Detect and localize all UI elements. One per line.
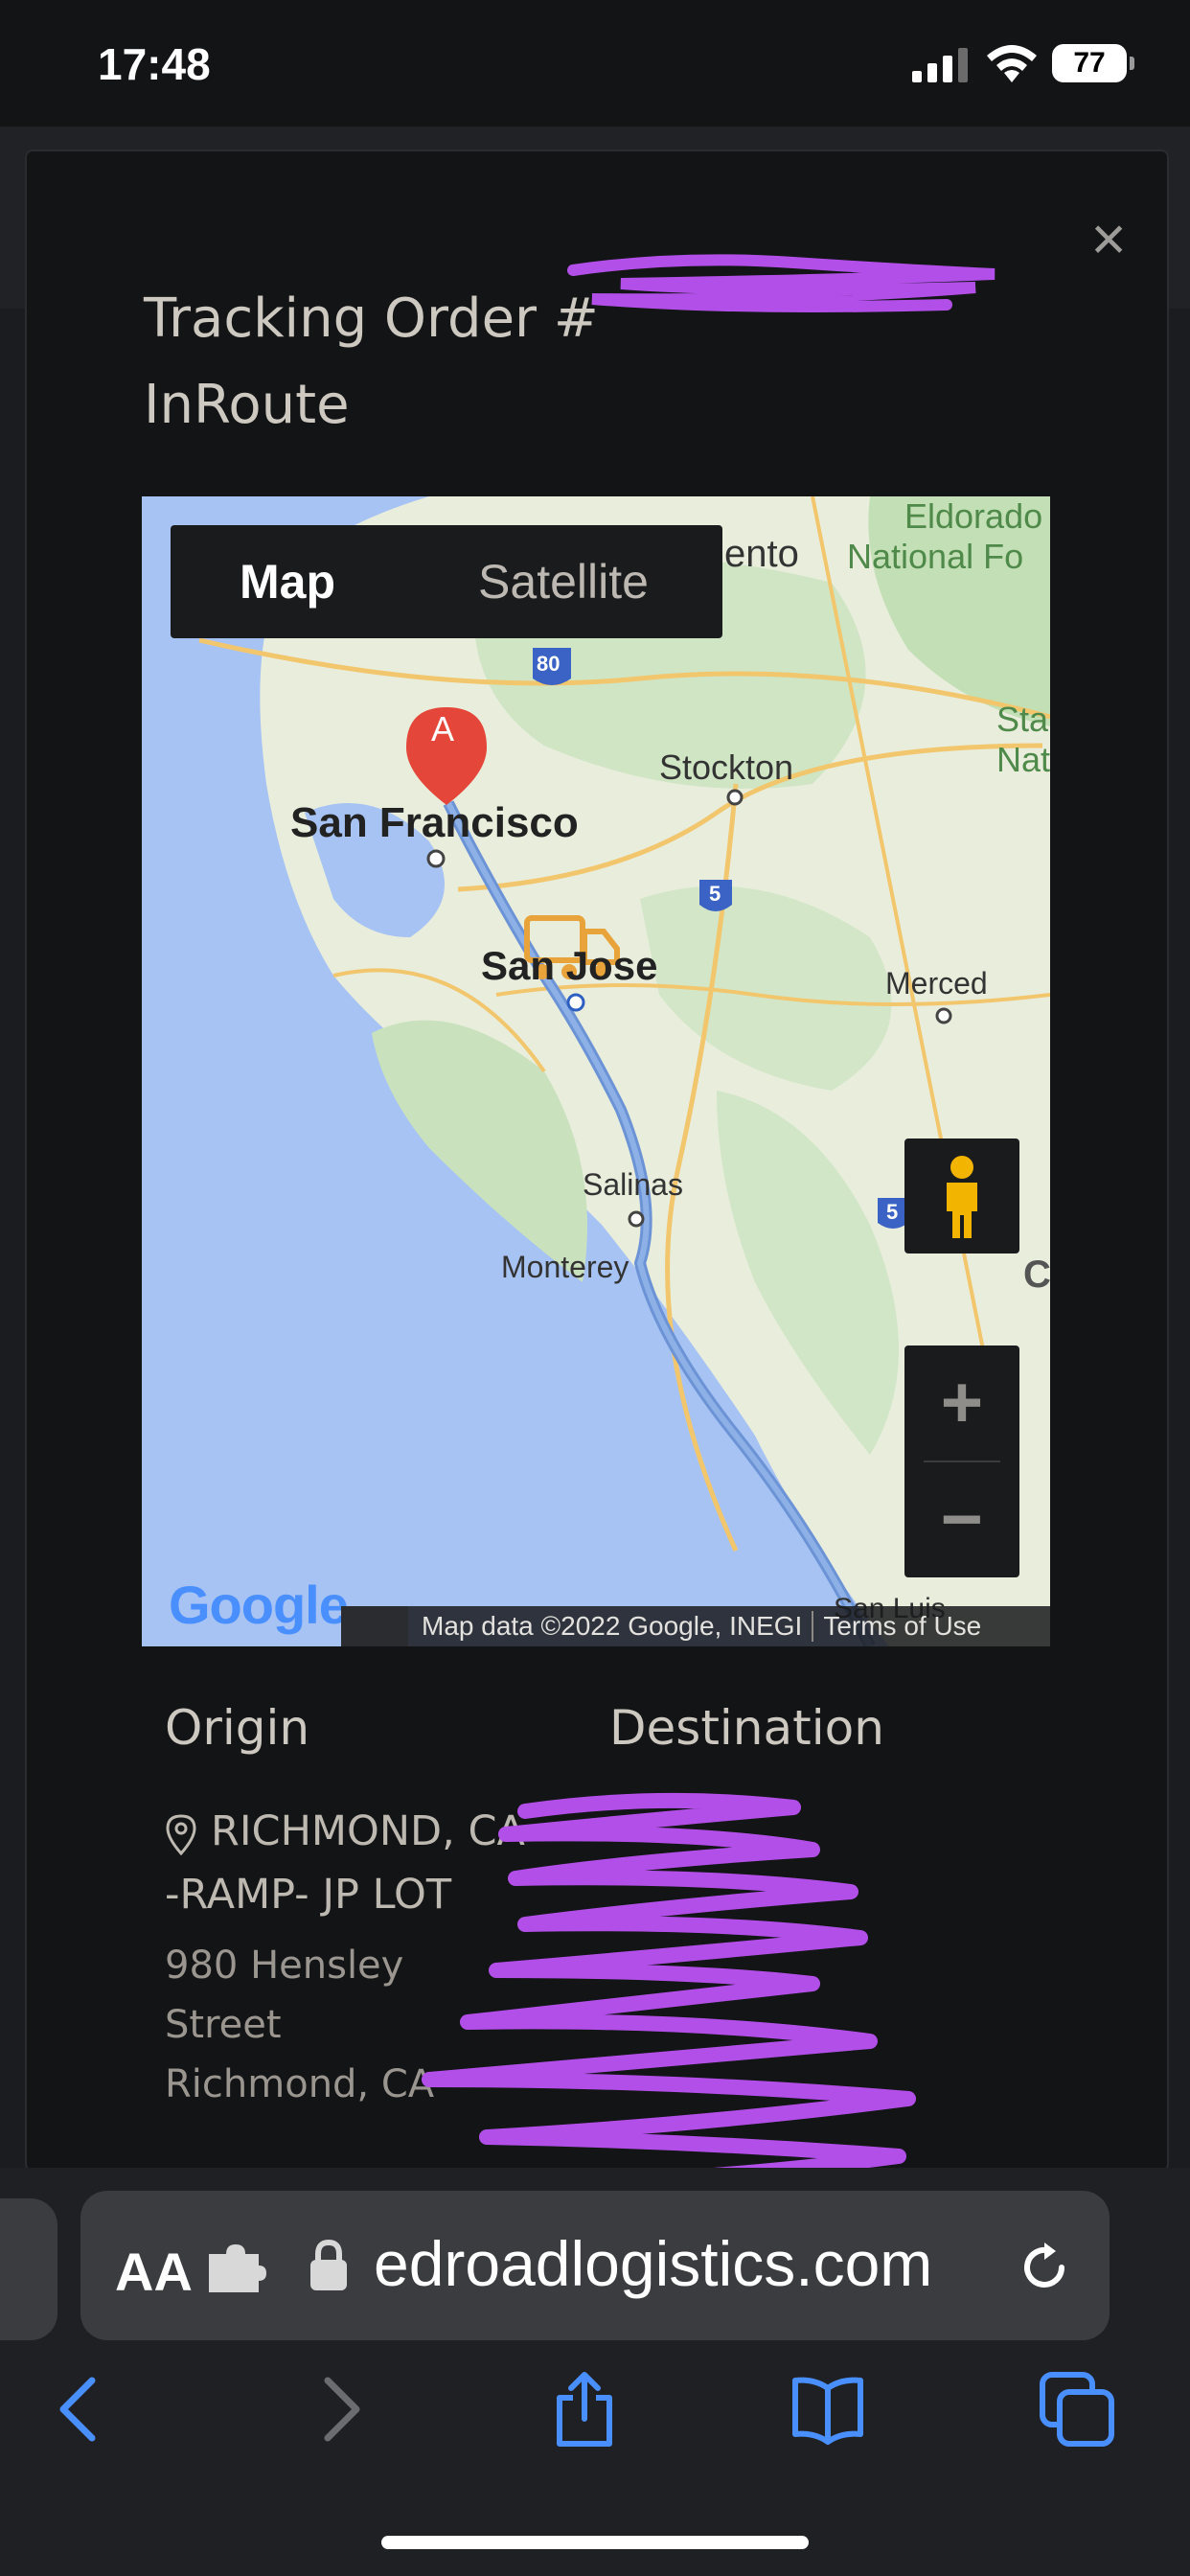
home-indicator[interactable] <box>381 2536 809 2549</box>
zoom-out-button[interactable]: − <box>904 1462 1019 1577</box>
map-pin-icon <box>166 1813 196 1855</box>
wifi-icon <box>987 45 1037 82</box>
map-type-toggle: Map Satellite <box>171 525 722 638</box>
street-view-button[interactable] <box>904 1138 1019 1254</box>
zoom-controls: + − <box>904 1346 1019 1577</box>
map-data-text: Map data ©2022 Google, INEGI <box>422 1611 803 1641</box>
title-order-line: Tracking Order # <box>144 288 599 350</box>
zoom-in-button[interactable]: + <box>904 1346 1019 1460</box>
origin-address-line2: Street <box>165 2003 282 2047</box>
place-label-merced: Merced <box>885 966 988 1000</box>
place-label-nation: Natio <box>996 740 1050 779</box>
origin-address: 980 Hensley Street Richmond, CA <box>165 1936 452 2114</box>
place-label-stockton: Stockton <box>659 748 794 787</box>
bookmarks-icon[interactable] <box>790 2371 866 2448</box>
place-label-national-forest: National Fo <box>847 537 1024 576</box>
map-attribution: Map data ©2022 Google, INEGI Terms of Us… <box>341 1606 1050 1646</box>
shield-5b-label: 5 <box>886 1200 899 1224</box>
shield-80-label: 80 <box>537 652 561 676</box>
keyboard-shortcuts-icon[interactable] <box>341 1606 408 1646</box>
shield-5-label: 5 <box>709 882 721 906</box>
route-map[interactable]: A 80 5 5 Eldorado National Fo ento Stock… <box>142 496 1050 1646</box>
pegman-icon <box>947 1156 977 1238</box>
place-label-state: Sta <box>996 700 1049 739</box>
puzzle-icon[interactable] <box>205 2244 266 2292</box>
previous-tab-pill[interactable] <box>0 2198 57 2340</box>
title-status-line: InRoute <box>144 374 350 436</box>
place-label-monterey: Monterey <box>501 1250 629 1284</box>
map-tab-satellite[interactable]: Satellite <box>404 525 722 638</box>
signal-icon <box>912 48 968 82</box>
forward-icon[interactable] <box>299 2371 376 2448</box>
place-label-sacramento: ento <box>724 533 799 575</box>
attrib-separator <box>812 1611 814 1642</box>
origin-location: RICHMOND, CA -RAMP- JP LOT <box>165 1800 548 1926</box>
lock-icon <box>310 2239 347 2290</box>
google-logo-text: Google <box>169 1575 349 1635</box>
origin-name-text: RICHMOND, CA -RAMP- JP LOT <box>165 1807 525 1919</box>
destination-heading: Destination <box>609 1700 884 1756</box>
close-button[interactable]: × <box>1075 205 1142 272</box>
modal-title: Tracking Order # InRoute <box>144 276 1044 448</box>
terms-link[interactable]: Terms of Use <box>823 1611 981 1642</box>
tracking-modal: × Tracking Order # InRoute A 80 5 5 Eldo… <box>25 150 1169 2172</box>
google-logo: Google <box>169 1574 349 1636</box>
reload-icon[interactable] <box>1016 2239 1073 2296</box>
place-label-eldorado: Eldorado <box>904 496 1043 536</box>
map-marker-label: A <box>431 709 455 748</box>
place-label-san-jose: San Jose <box>481 943 658 988</box>
battery-indicator: 77 <box>1052 44 1134 82</box>
url-text[interactable]: edroadlogistics.com <box>374 2227 932 2300</box>
place-label-salinas: Salinas <box>583 1167 683 1202</box>
map-tab-map[interactable]: Map <box>171 525 404 638</box>
back-icon[interactable] <box>44 2371 121 2448</box>
close-icon: × <box>1090 204 1127 273</box>
page-settings-button[interactable]: AA <box>115 2241 193 2303</box>
origin-heading: Origin <box>165 1700 310 1756</box>
tabs-icon[interactable] <box>1039 2371 1115 2448</box>
status-time: 17:48 <box>98 39 211 89</box>
origin-address-line3: Richmond, CA <box>165 2062 435 2106</box>
origin-address-line1: 980 Hensley <box>165 1944 404 1988</box>
status-bar: 17:48 77 <box>0 0 1190 126</box>
place-label-san-francisco: San Francisco <box>290 799 579 846</box>
place-label-ca: CA <box>1023 1254 1050 1296</box>
share-icon[interactable] <box>546 2371 623 2448</box>
